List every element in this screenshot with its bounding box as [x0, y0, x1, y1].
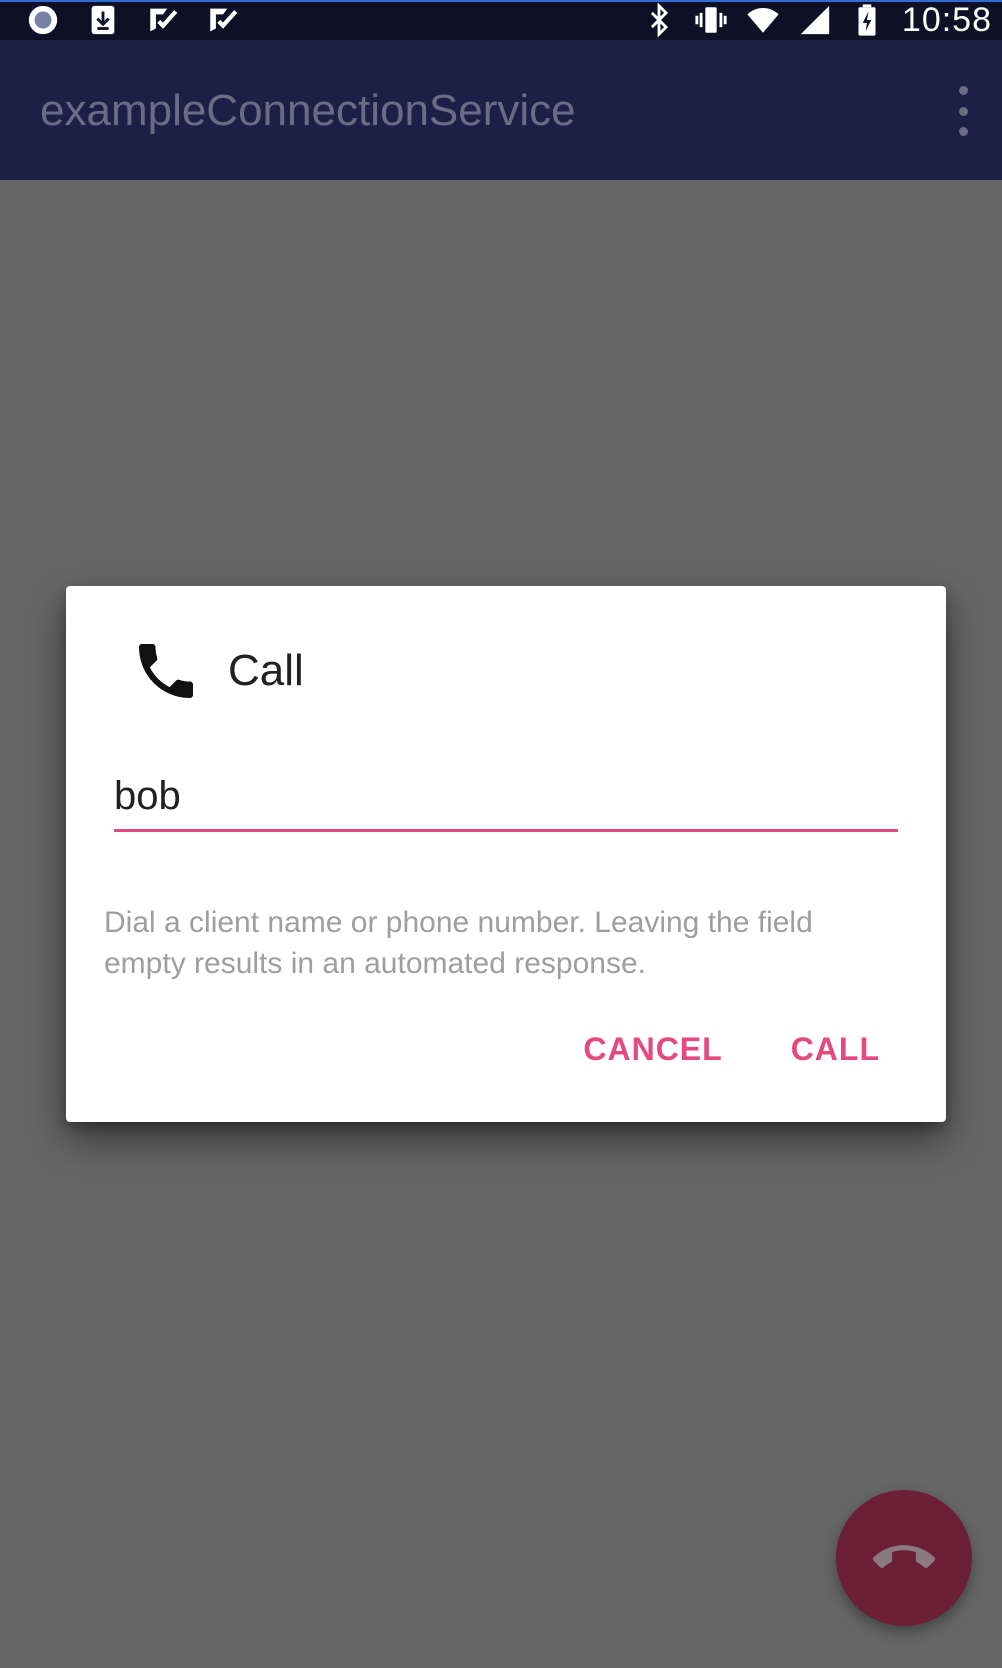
vibrate-icon — [694, 3, 728, 37]
menu-dot — [958, 106, 968, 116]
status-bar: 10:58 — [0, 0, 1002, 40]
check-notification-icon — [206, 3, 240, 37]
cancel-button[interactable]: CANCEL — [583, 1031, 722, 1068]
download-icon — [86, 3, 120, 37]
call-button[interactable]: CALL — [791, 1031, 880, 1068]
phone-icon — [130, 635, 202, 707]
dialog-title: Call — [228, 646, 304, 695]
more-vert-icon[interactable] — [948, 86, 978, 136]
dialog-helper-text: Dial a client name or phone number. Leav… — [104, 906, 813, 980]
dialog-actions: CANCEL CALL — [583, 1024, 880, 1074]
wifi-icon — [746, 3, 780, 37]
record-icon — [26, 3, 60, 37]
notification-icons — [26, 2, 240, 38]
cellular-icon — [798, 3, 832, 37]
check-notification-icon — [146, 3, 180, 37]
call-end-icon — [873, 1527, 935, 1589]
system-icons: 10:58 — [642, 0, 992, 39]
app-title: exampleConnectionService — [40, 86, 576, 135]
battery-charging-icon — [850, 3, 884, 37]
app-bar: exampleConnectionService — [0, 40, 1002, 180]
dialog-header: Call — [130, 636, 304, 706]
menu-dot — [958, 127, 968, 136]
call-input-container — [114, 766, 898, 832]
end-call-fab[interactable] — [836, 1490, 972, 1626]
call-target-input[interactable] — [114, 766, 898, 826]
status-clock: 10:58 — [901, 0, 992, 39]
menu-dot — [958, 86, 968, 95]
bluetooth-icon — [642, 3, 676, 37]
call-dialog: Call Dial a client name or phone number.… — [66, 586, 946, 1122]
